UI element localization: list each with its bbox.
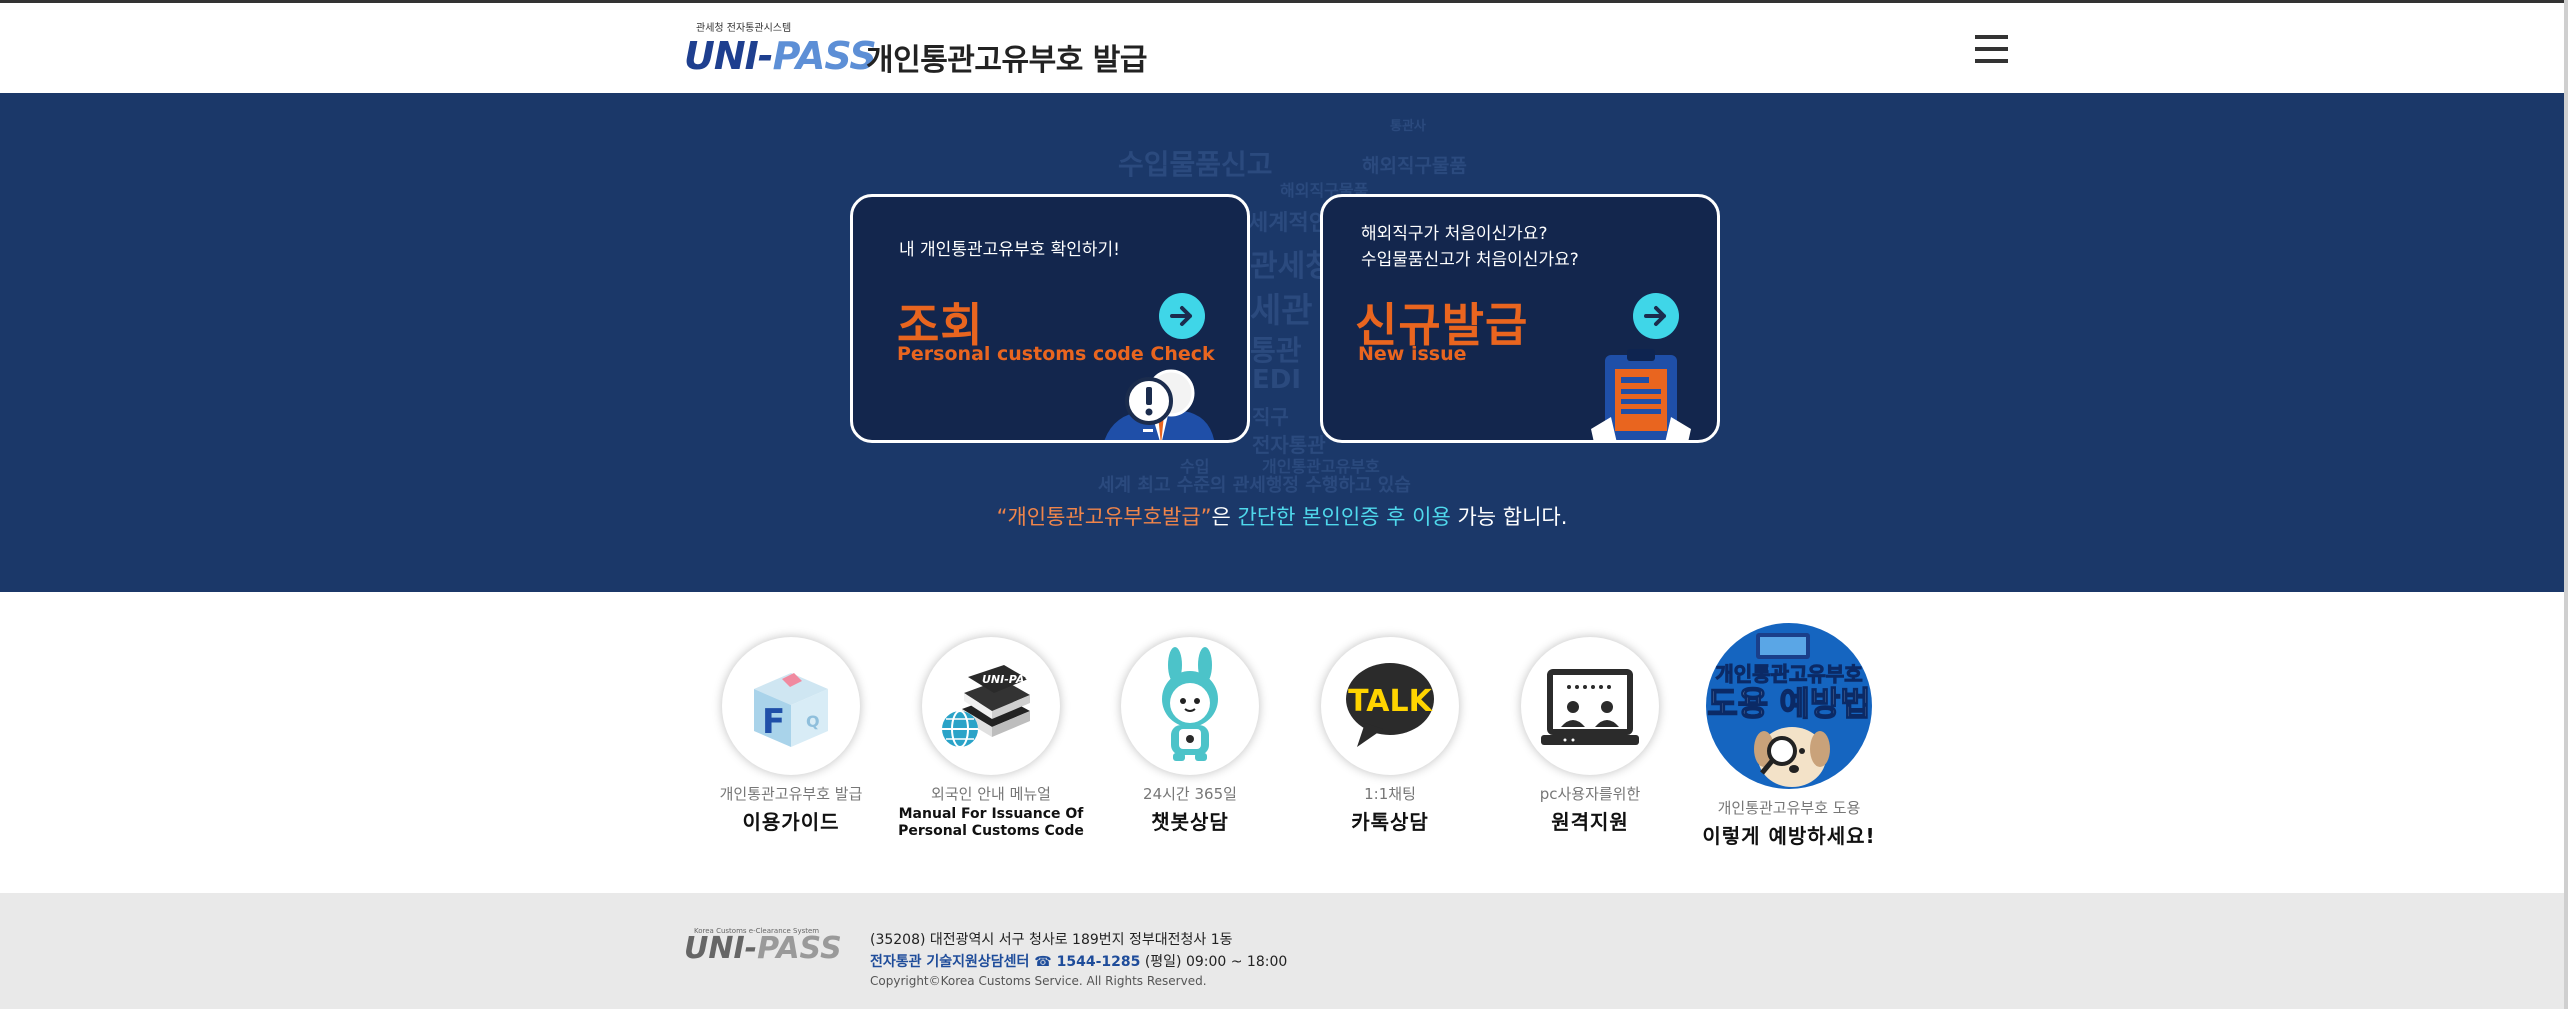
talk-badge-text: TALK bbox=[1348, 684, 1433, 719]
remote-support-monitor-icon[interactable] bbox=[1521, 637, 1659, 775]
service-theft-prevention[interactable]: 개인통관고유부호 도용 예방법 개인통관고유부호 도용 이렇게 예방하세요! bbox=[1694, 622, 1884, 849]
lookup-card-subtitle: 내 개인통관고유부호 확인하기! bbox=[899, 240, 1120, 260]
footer-address: (35208) 대전광역시 서구 청사로 189번지 정부대전청사 1동 bbox=[870, 932, 1233, 948]
magnifier-person-icon bbox=[1104, 369, 1215, 440]
hero-note: “개인통관고유부호발급”은 간단한 본인인증 후 이용 가능 합니다. bbox=[996, 505, 1568, 529]
bg-word: 세계 최고 수준의 관세행정 수행하고 있습 bbox=[1098, 475, 1411, 496]
service-caption: 24시간 365일 bbox=[1143, 785, 1237, 803]
service-label: 챗봇상담 bbox=[1151, 810, 1229, 834]
bg-word: 수입물품신고 bbox=[1118, 148, 1273, 181]
new-issue-card-subtitle-en: New issue bbox=[1358, 343, 1467, 365]
service-label: 이렇게 예방하세요! bbox=[1702, 824, 1876, 848]
service-label: Manual For Issuance Of Personal Customs … bbox=[898, 806, 1084, 839]
footer-support-center[interactable]: 전자통관 기술지원상담센터 ☎ 1544-1285 bbox=[870, 954, 1140, 970]
svg-text:Q: Q bbox=[806, 712, 820, 731]
hero-section: 수입물품신고 해외직구물품 해외직구물품 세계적인 관세청 관세청 세관 통관 … bbox=[0, 93, 2564, 592]
lookup-card[interactable]: 내 개인통관고유부호 확인하기! 조회 Personal customs cod… bbox=[850, 194, 1250, 443]
clipboard-document-icon bbox=[1591, 349, 1691, 440]
service-caption: 개인통관고유부호 발급 bbox=[719, 785, 863, 803]
arrow-right-icon[interactable] bbox=[1159, 293, 1205, 339]
bg-word: 통관사 bbox=[1390, 119, 1426, 134]
kakao-talk-icon[interactable]: TALK bbox=[1321, 637, 1459, 775]
service-caption: 1:1채팅 bbox=[1364, 785, 1416, 803]
service-kakaotalk[interactable]: TALK 1:1채팅 카톡상담 bbox=[1295, 622, 1485, 835]
svg-text:UNI-PASS: UNI-PASS bbox=[982, 673, 1040, 686]
svg-text:F: F bbox=[762, 702, 785, 742]
footer-copyright: Copyright©Korea Customs Service. All Rig… bbox=[870, 974, 1207, 988]
site-footer: Korea Customs e-Clearance System UNI-PAS… bbox=[0, 893, 2564, 1009]
service-usage-guide[interactable]: F Q 개인통관고유부호 발급 이용가이드 bbox=[696, 622, 886, 835]
new-issue-card-subtitle: 해외직구가 처음이신가요? 수입물품신고가 처음이신가요? bbox=[1361, 224, 1579, 270]
theft-prevention-dog-icon[interactable]: 개인통관고유부호 도용 예방법 bbox=[1706, 623, 1872, 789]
bg-word: 직구 bbox=[1252, 405, 1289, 429]
logo-caption: 관세청 전자통관시스템 bbox=[696, 23, 792, 34]
service-label: 카톡상담 bbox=[1351, 810, 1429, 834]
service-remote-support[interactable]: pc사용자를위한 원격지원 bbox=[1495, 622, 1685, 835]
bg-word: 세관 bbox=[1250, 291, 1313, 331]
footer-logo: Korea Customs e-Clearance System UNI-PAS… bbox=[684, 927, 844, 971]
bg-word: 통관 bbox=[1250, 334, 1302, 367]
service-label: 원격지원 bbox=[1551, 810, 1629, 834]
page-scrollbar[interactable] bbox=[2564, 0, 2568, 1009]
service-label: 이용가이드 bbox=[742, 810, 840, 834]
site-header: 관세청 전자통관시스템 UNI-PASS 개인통관고유부호 발급 bbox=[0, 3, 2564, 93]
manual-books-globe-icon[interactable]: UNI-PASS bbox=[922, 637, 1060, 775]
footer-logo-wordmark: UNI-PASS bbox=[684, 931, 842, 966]
service-caption: 외국인 안내 메뉴얼 bbox=[931, 785, 1051, 803]
footer-support-line: 전자통관 기술지원상담센터 ☎ 1544-1285 (평일) 09:00 ~ 1… bbox=[870, 951, 1287, 971]
unipass-logo[interactable]: 관세청 전자통관시스템 UNI-PASS bbox=[684, 19, 877, 81]
bg-word: 해외직구물품 bbox=[1362, 155, 1467, 177]
lookup-card-subtitle-en: Personal customs code Check bbox=[897, 343, 1215, 365]
service-caption: 개인통관고유부호 도용 bbox=[1717, 799, 1861, 817]
arrow-right-icon[interactable] bbox=[1633, 293, 1679, 339]
service-chatbot[interactable]: 24시간 365일 챗봇상담 bbox=[1095, 622, 1285, 835]
footer-hours: (평일) 09:00 ~ 18:00 bbox=[1140, 954, 1288, 970]
service-caption: pc사용자를위한 bbox=[1539, 785, 1641, 803]
new-issue-card[interactable]: 해외직구가 처음이신가요? 수입물품신고가 처음이신가요? 신규발급 New i… bbox=[1320, 194, 1720, 443]
chatbot-rabbit-icon[interactable] bbox=[1121, 637, 1259, 775]
banner-line1: 개인통관고유부호 bbox=[1715, 662, 1862, 686]
banner-line2: 도용 예방법 bbox=[1707, 684, 1870, 723]
hamburger-menu-icon[interactable] bbox=[1975, 35, 2008, 65]
service-foreigner-manual[interactable]: UNI-PASS 외국인 안내 메뉴얼 Manual For Issuance … bbox=[896, 622, 1086, 840]
page-title: 개인통관고유부호 발급 bbox=[866, 43, 1147, 78]
bg-word: EDI bbox=[1252, 365, 1302, 395]
faq-cube-icon[interactable]: F Q bbox=[722, 637, 860, 775]
logo-wordmark: UNI-PASS bbox=[684, 34, 877, 78]
